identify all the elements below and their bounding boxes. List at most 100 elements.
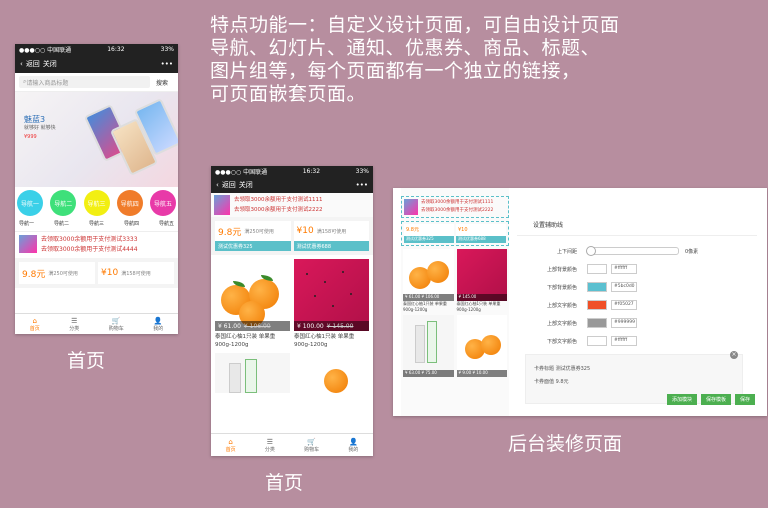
nav-label[interactable]: 导航三	[89, 220, 104, 227]
caption-admin: 后台装修页面	[508, 433, 623, 455]
coupon-title: 测试优惠券325	[215, 241, 291, 251]
field-label: 上部文字颜色	[546, 320, 577, 327]
tab-category[interactable]: ☰ 分类	[69, 314, 79, 334]
tab-label: 购物车	[108, 325, 124, 332]
carrier-label: ●●●○○ 中国联通	[19, 47, 72, 54]
back-icon[interactable]: ‹	[216, 181, 219, 189]
save-template-button[interactable]: 保存模板	[701, 394, 731, 405]
preview-product[interactable]: ¥ 145.00 泰国红心柚1只装 单果重900g-1200g	[456, 249, 507, 312]
nav-circle[interactable]: 导航三	[83, 190, 110, 216]
save-button[interactable]: 保存	[735, 394, 755, 405]
carrier-label: ●●●○○ 中国联通	[215, 168, 268, 176]
close-icon[interactable]: ×	[730, 351, 738, 359]
tab-cart[interactable]: 🛒 购物车	[304, 434, 319, 456]
color-input[interactable]: #f05027	[611, 300, 637, 310]
preview-notice[interactable]: 去领取3000余额用于支付测试1111 去领取3000余额用于支付测试2222	[401, 196, 509, 218]
color-swatch[interactable]	[587, 300, 607, 310]
coupon-amount: 9.8元	[218, 227, 242, 238]
product-image[interactable]	[294, 353, 369, 393]
nav-circle[interactable]: 导航一	[17, 190, 43, 216]
category-icon: ☰	[71, 316, 78, 325]
color-input[interactable]: #ffffff	[611, 264, 637, 274]
tab-home[interactable]: ⌂ 首页	[30, 314, 40, 334]
product-price-bar: ¥ 61.00 ¥ 106.00	[215, 321, 290, 331]
preview-product[interactable]: ¥ 63.00 ¥ 75.00	[403, 315, 454, 377]
notice-text[interactable]: 去领取3000余额用于支付测试1111	[234, 195, 323, 205]
coupon-amount: ¥10	[296, 226, 314, 236]
coupon-card[interactable]: ¥10 满158可使用 测试优惠券688	[293, 221, 369, 251]
field-label: 上部文字颜色	[546, 302, 577, 309]
notice-text[interactable]: 去领取3000余额用于支付测试2222	[234, 205, 323, 215]
nav-label[interactable]: 导航一	[19, 220, 34, 227]
preview-product[interactable]: ¥ 61.00 ¥ 106.00 泰国红心柚1只装 单果重900g-1200g	[403, 249, 454, 312]
nav-label[interactable]: 导航二	[54, 220, 69, 227]
color-swatch[interactable]	[587, 336, 607, 346]
nav-labels: 导航一 导航二 导航三 导航四 导航五	[15, 216, 178, 231]
coupon-title: 测试优惠券688	[293, 241, 369, 251]
back-icon[interactable]: ‹	[20, 60, 23, 68]
search-placeholder: 请输入商品标题	[26, 79, 69, 87]
field-label: 下部背景颜色	[546, 284, 577, 291]
user-icon: 👤	[349, 437, 358, 446]
notice-block[interactable]: 去领取3000余额用于支付测试1111 去领取3000余额用于支付测试2222	[211, 193, 373, 217]
tab-bar: ⌂ 首页 ☰ 分类 🛒 购物车 👤 我的	[15, 313, 178, 334]
add-module-button[interactable]: 添加模块	[667, 394, 697, 405]
tab-mine[interactable]: 👤 我的	[153, 314, 163, 334]
preview-coupons[interactable]: 9.8元 测试优惠券325 ¥10 测试优惠券688	[401, 221, 509, 246]
coupon-amount: 9.8元	[22, 269, 46, 280]
coupon-card[interactable]: ¥10 满158可使用	[98, 262, 174, 284]
nav-bar: ‹ 返回 关闭 •••	[15, 55, 178, 73]
nav-label[interactable]: 导航四	[124, 220, 139, 227]
close-button[interactable]: 关闭	[43, 59, 57, 69]
color-swatch[interactable]	[587, 318, 607, 328]
product-price: ¥ 61.00	[218, 322, 241, 330]
preview-products: ¥ 61.00 ¥ 106.00 泰国红心柚1只装 单果重900g-1200g …	[401, 246, 509, 315]
preview-notice-text: 去领取3000余额用于支付测试2222	[421, 208, 494, 213]
banner-slide[interactable]: 魅蓝3 就够好 就够快 ¥999	[15, 92, 178, 187]
notice-text[interactable]: 去领取3000余额用于支付测试3333	[41, 235, 138, 245]
home-icon: ⌂	[228, 437, 233, 446]
notice-text[interactable]: 去领取3000余额用于支付测试4444	[41, 245, 138, 255]
color-input[interactable]: #5bc0d0	[611, 282, 637, 292]
field-spacing: 上下间距 0像素	[517, 242, 757, 260]
search-input[interactable]: ⌕ 请输入商品标题	[19, 76, 150, 88]
tab-category[interactable]: ☰ 分类	[265, 434, 275, 456]
tab-home[interactable]: ⌂ 首页	[226, 434, 236, 456]
product-image[interactable]	[215, 353, 290, 393]
spacing-slider[interactable]	[586, 246, 679, 256]
preview-coupon-title: 测试优惠券325	[404, 236, 454, 243]
tab-cart[interactable]: 🛒 购物车	[109, 314, 124, 334]
product-image: ¥ 100.00 ¥ 145.00	[294, 259, 369, 331]
preview-product-name: 泰国红心柚1只装 单果重900g-1200g	[403, 301, 447, 312]
field-label: 上部背景颜色	[546, 266, 577, 273]
nav-label[interactable]: 导航五	[159, 220, 174, 227]
color-input[interactable]: #999999	[611, 318, 637, 328]
back-button[interactable]: 返回	[222, 180, 236, 190]
preview-product[interactable]: ¥ 9.00 ¥ 10.00	[456, 315, 507, 377]
product-card[interactable]: ¥ 61.00 ¥ 106.00 泰国红心柚1只装 单果重900g-1200g	[215, 259, 290, 349]
product-card[interactable]: ¥ 100.00 ¥ 145.00 泰国红心柚1只装 单果重900g-1200g	[294, 259, 369, 349]
color-input[interactable]: #ffffff	[611, 336, 637, 346]
nav-circle[interactable]: 导航五	[150, 190, 176, 216]
headline: 特点功能一：自定义设计页面，可自由设计页面 导航、幻灯片、通知、优惠券、商品、标…	[210, 14, 760, 106]
coupon-row: 9.8元 满250可使用 测试优惠券325 ¥10 满158可使用 测试优惠券688	[211, 217, 373, 255]
settings-title: 设置辅助线	[517, 208, 757, 236]
time-label: 16:32	[107, 46, 125, 53]
nav-circle[interactable]: 导航四	[116, 190, 143, 216]
phone-home-2: ●●●○○ 中国联通 16:32 33% ‹ 返回 关闭 ••• 去领取3000…	[211, 166, 373, 456]
color-swatch[interactable]	[587, 282, 607, 292]
color-swatch[interactable]	[587, 264, 607, 274]
tab-mine[interactable]: 👤 我的	[348, 434, 358, 456]
close-button[interactable]: 关闭	[239, 180, 253, 190]
preview-price: ¥ 145.00	[456, 294, 507, 301]
notice-block[interactable]: 去领取3000余额用于支付测试3333 去领取3000余额用于支付测试4444	[15, 231, 178, 258]
nav-circle[interactable]: 导航二	[50, 190, 77, 216]
back-button[interactable]: 返回	[26, 59, 40, 69]
coupon-card[interactable]: 9.8元 满250可使用 测试优惠券325	[215, 221, 291, 251]
nav-circles: 导航一 导航二 导航三 导航四 导航五	[15, 187, 178, 216]
coupon-card[interactable]: 9.8元 满250可使用	[19, 262, 95, 284]
more-icon[interactable]: •••	[356, 181, 368, 189]
search-button[interactable]: 搜索	[150, 78, 174, 87]
preview-price: ¥ 61.00 ¥ 106.00	[403, 294, 454, 301]
more-icon[interactable]: •••	[161, 60, 173, 68]
